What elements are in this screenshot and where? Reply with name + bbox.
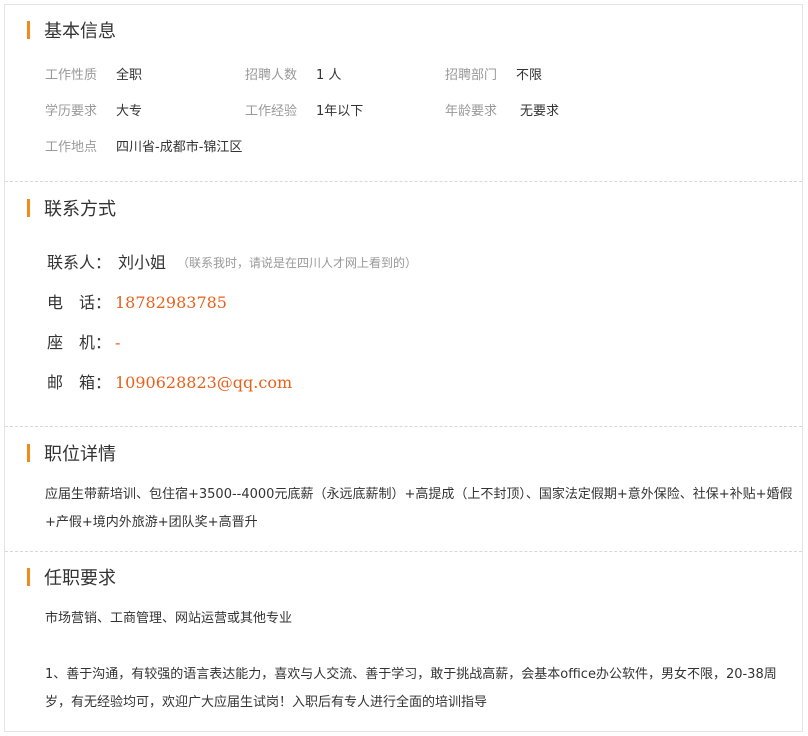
contact-heading: 联系方式 xyxy=(27,198,116,220)
requirements-heading: 任职要求 xyxy=(27,567,116,589)
contact-note: （联系我时，请说是在四川人才网上看到的） xyxy=(177,251,417,275)
experience-label: 工作经验 xyxy=(245,104,298,119)
note-text: 联系我时，请说是在四川人才网上看到的 xyxy=(189,256,406,270)
dept-value: 不限 xyxy=(516,68,543,83)
dept-label: 招聘部门 xyxy=(445,68,498,83)
basic-info-title: 基本信息 xyxy=(44,21,116,42)
age-label: 年龄要求 xyxy=(445,104,498,119)
basic-info-heading: 基本信息 xyxy=(27,20,116,42)
heading-accent-bar xyxy=(27,568,30,586)
education-value: 大专 xyxy=(116,104,143,119)
phone-label: 电 话： xyxy=(47,293,112,312)
job-type-field: 工作性质 全职 xyxy=(45,66,142,86)
location-field: 工作地点 四川省-成都市-锦江区 xyxy=(45,138,242,158)
job-type-value: 全职 xyxy=(116,68,143,83)
location-label: 工作地点 xyxy=(45,140,98,155)
email-label: 邮 箱： xyxy=(47,373,112,392)
contact-person-label: 联系人： xyxy=(47,253,112,272)
landline-label: 座 机： xyxy=(47,333,112,352)
requirements-majors: 市场营销、工商管理、网站运营或其他专业 xyxy=(45,611,293,626)
requirements-text: 1、善于沟通，有较强的语言表达能力，喜欢与人交流、善于学习，敢于挑战高薪，会基本… xyxy=(45,667,777,710)
contact-person-name: 刘小姐 xyxy=(118,253,167,272)
headcount-label: 招聘人数 xyxy=(245,68,298,83)
location-value: 四川省-成都市-锦江区 xyxy=(116,140,243,155)
note-open-paren: （ xyxy=(177,256,190,270)
education-label: 学历要求 xyxy=(45,104,98,119)
experience-value: 1年以下 xyxy=(316,104,364,119)
contact-title: 联系方式 xyxy=(44,199,116,220)
age-field: 年龄要求 无要求 xyxy=(445,102,559,122)
email-value[interactable]: 1090628823@qq.com xyxy=(115,371,292,395)
details-section: 职位详情 应届生带薪培训、包住宿+3500--4000元底薪（永远底薪制）+高提… xyxy=(5,427,802,551)
details-title: 职位详情 xyxy=(44,444,116,465)
job-detail-card: 基本信息 工作性质 全职 招聘人数 1 人 招聘部门 不限 学历要求 大专 工作… xyxy=(4,4,803,732)
age-value: 无要求 xyxy=(520,104,560,119)
details-heading: 职位详情 xyxy=(27,443,116,465)
headcount-value: 1 人 xyxy=(316,68,342,83)
heading-accent-bar xyxy=(27,21,30,39)
heading-accent-bar xyxy=(27,444,30,462)
phone-value[interactable]: 18782983785 xyxy=(115,291,227,315)
landline-value: - xyxy=(115,333,121,352)
experience-field: 工作经验 1年以下 xyxy=(245,102,363,122)
basic-info-section: 基本信息 工作性质 全职 招聘人数 1 人 招聘部门 不限 学历要求 大专 工作… xyxy=(5,5,802,182)
contact-section: 联系方式 联系人： 刘小姐 （联系我时，请说是在四川人才网上看到的） 电 话： … xyxy=(5,182,802,426)
job-type-label: 工作性质 xyxy=(45,68,98,83)
headcount-field: 招聘人数 1 人 xyxy=(245,66,341,86)
dept-field: 招聘部门 不限 xyxy=(445,66,542,86)
requirements-title: 任职要求 xyxy=(44,568,116,589)
requirements-section: 任职要求 市场营销、工商管理、网站运营或其他专业 1、善于沟通，有较强的语言表达… xyxy=(5,552,802,732)
heading-accent-bar xyxy=(27,199,30,217)
note-close-paren: ） xyxy=(405,256,418,270)
education-field: 学历要求 大专 xyxy=(45,102,142,122)
details-text: 应届生带薪培训、包住宿+3500--4000元底薪（永远底薪制）+高提成（上不封… xyxy=(45,487,793,530)
